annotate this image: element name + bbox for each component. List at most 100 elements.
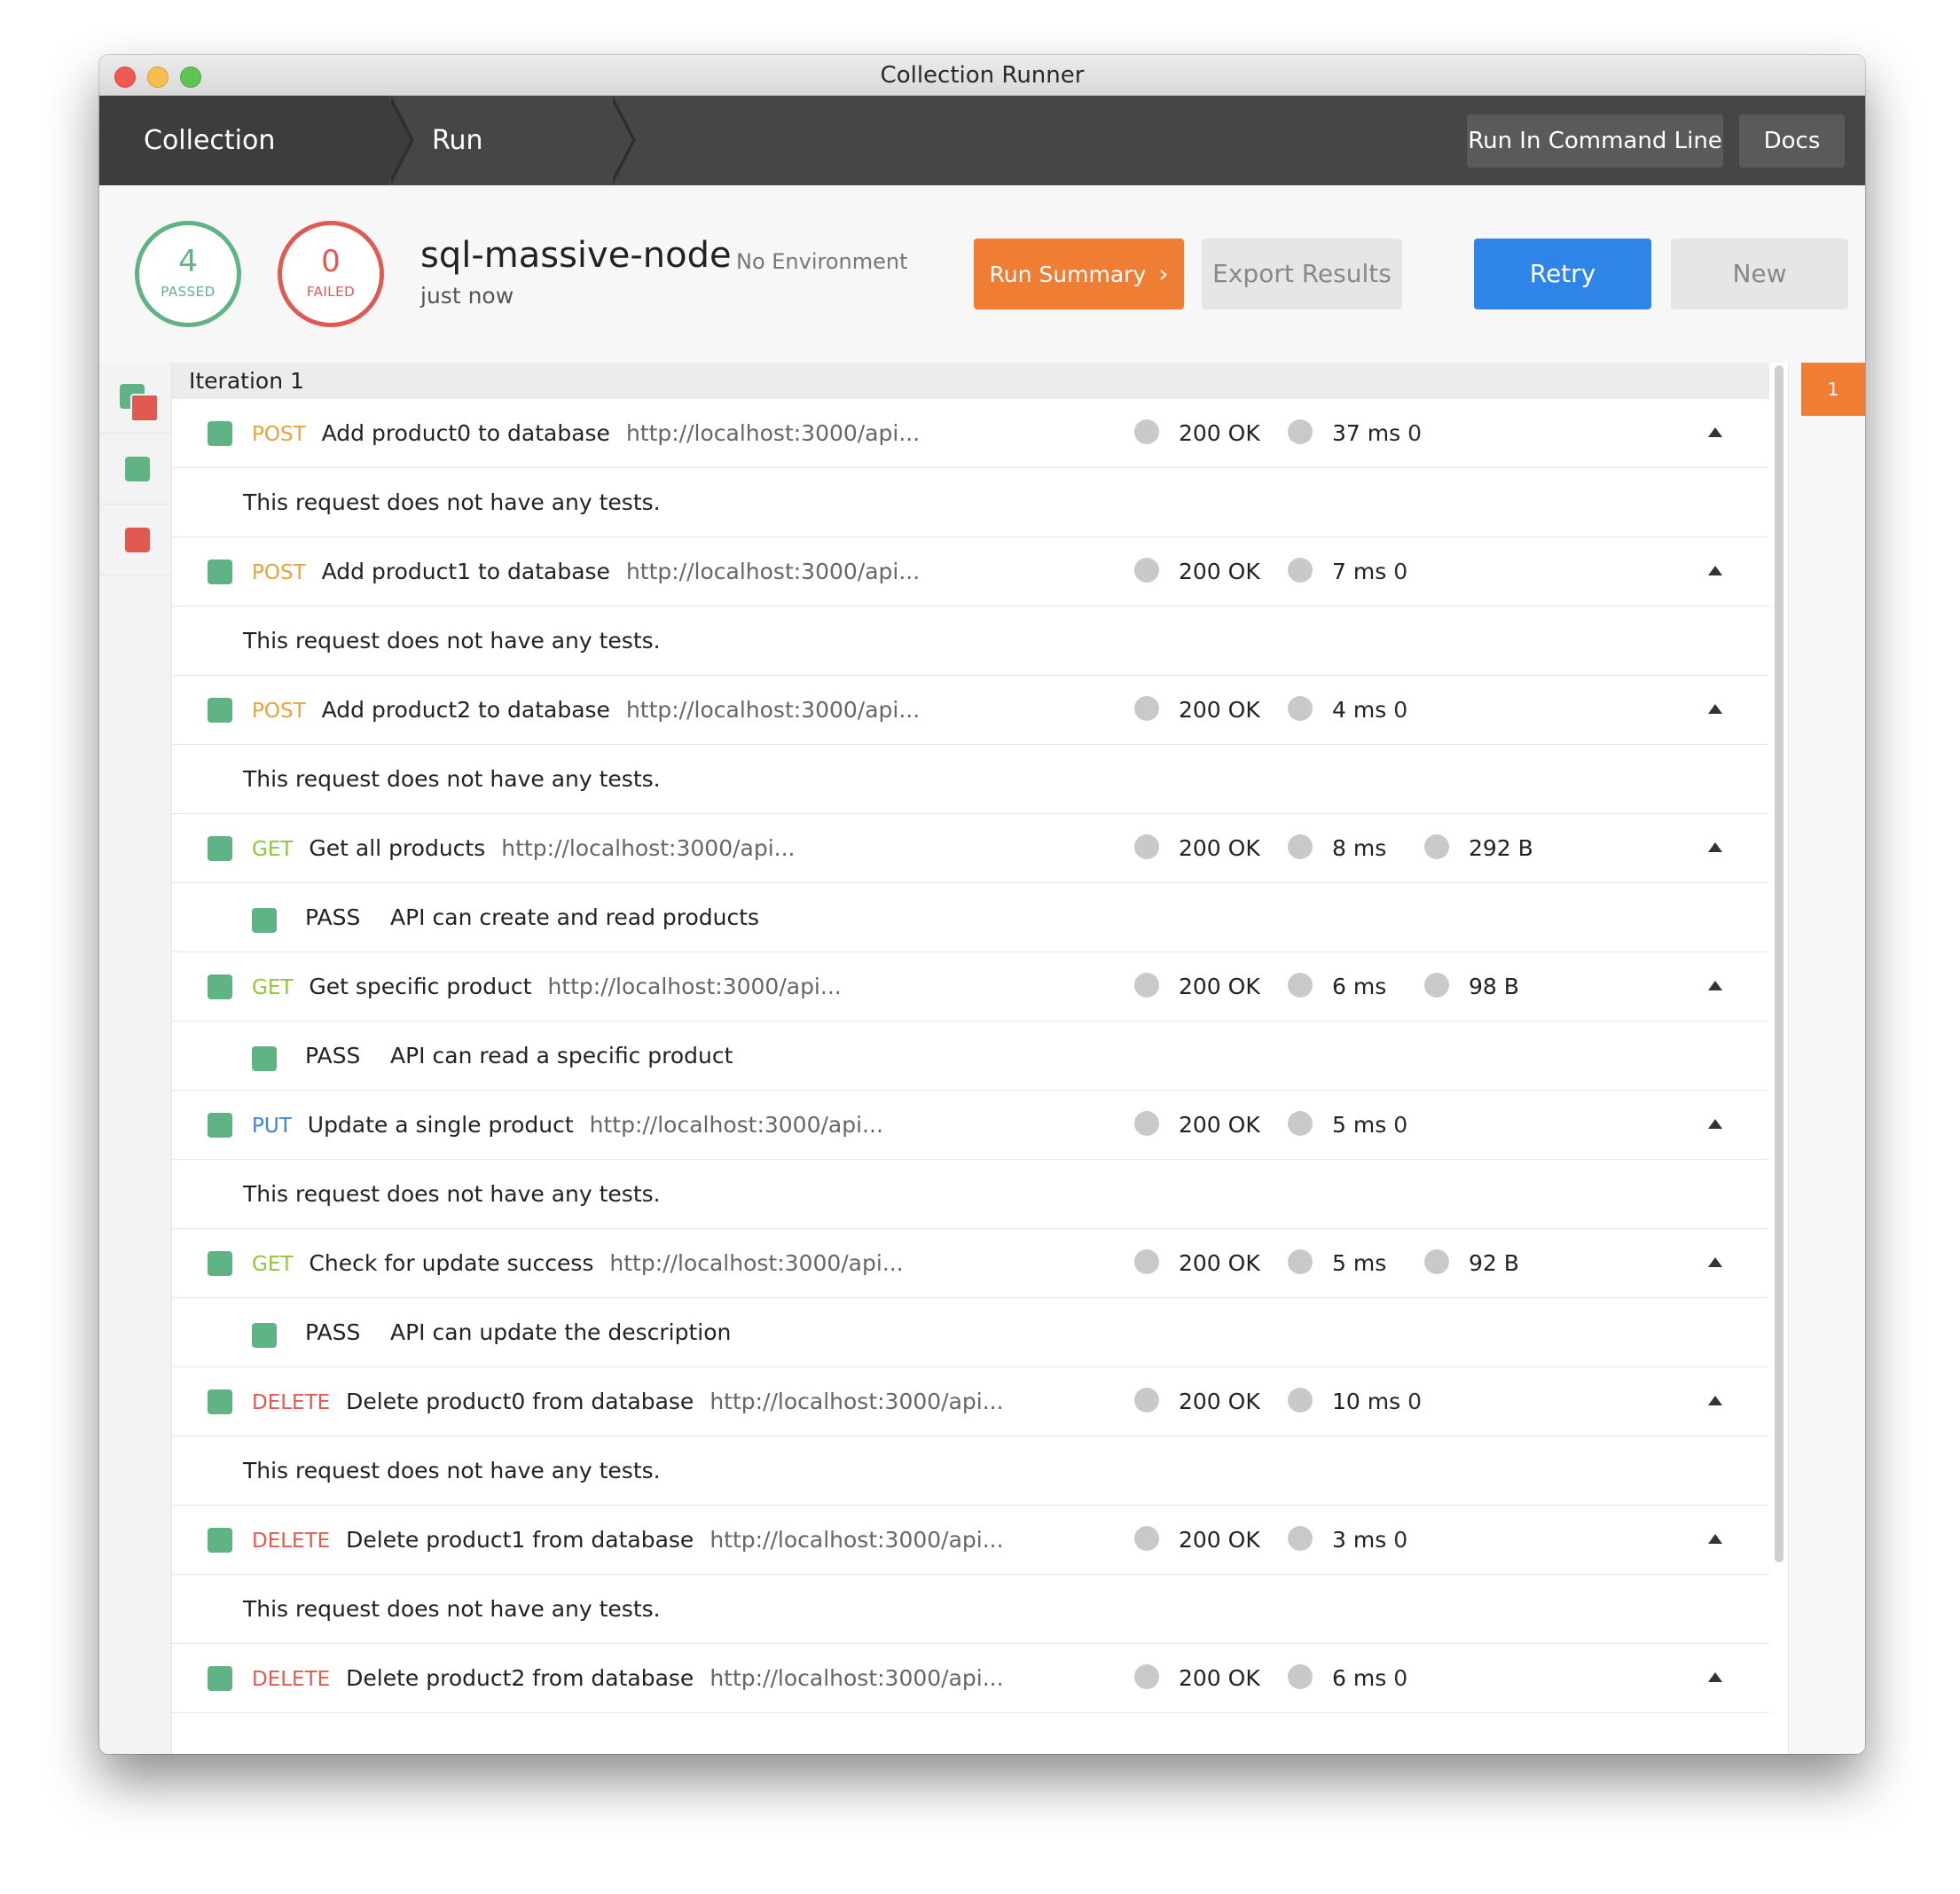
request-method: DELETE [252,1668,331,1691]
pass-square-icon [208,560,232,584]
collapse-arrow-icon[interactable] [1708,842,1722,852]
response-time: 6 ms [1332,974,1387,999]
status-dot-icon [1134,1388,1159,1413]
response-size: 0 [1393,559,1408,584]
failed-label: FAILED [306,284,356,300]
scrollbar[interactable] [1769,363,1789,1754]
minimize-window-button[interactable] [147,67,169,88]
response-time: 8 ms [1332,835,1387,861]
iteration-tab-1[interactable]: 1 [1801,363,1865,416]
response-time: 4 ms [1332,697,1387,723]
test-result-row: This request does not have any tests. [172,607,1769,676]
request-metrics: 200 OK 7 ms 0 [1134,537,1424,607]
request-row[interactable]: POST Add product2 to database http://local… [172,676,1769,745]
pass-square-icon [125,457,150,481]
request-name: Get all products [309,835,486,861]
pass-square-icon [208,974,232,999]
request-metrics: 200 OK 5 ms 92 B [1134,1229,1519,1298]
test-state: PASS [305,1043,361,1068]
request-row[interactable]: POST Add product1 to database http://local… [172,537,1769,607]
collection-runner-window: Collection Runner Collection Runner Run … [99,55,1865,1754]
passed-count: 4 [178,244,198,279]
close-window-button[interactable] [114,67,136,88]
time-dot-icon [1288,1526,1313,1551]
request-name: Check for update success [309,1250,594,1276]
request-line: PUT Update a single product http://localho… [252,1091,883,1161]
crumb-collection-runner[interactable]: Collection Runner [99,96,414,246]
request-url: http://localhost:3000/api... [625,697,921,723]
pass-square-icon [252,908,277,933]
collapse-arrow-icon[interactable] [1708,427,1722,437]
test-result-row: PASS API can read a specific product [172,1021,1769,1091]
pass-square-icon [252,1323,277,1348]
collapse-arrow-icon[interactable] [1708,1672,1722,1682]
response-time-wrap: 5 ms [1313,1229,1424,1298]
request-row[interactable]: GET Get specific product http://localhost:… [172,952,1769,1021]
collapse-arrow-icon[interactable] [1708,704,1722,714]
request-metrics: 200 OK 37 ms 0 [1134,399,1424,468]
time-dot-icon [1288,834,1313,859]
request-line: GET Get all products http://localhost:3000… [252,814,796,884]
filter-failed[interactable] [99,505,171,575]
time-dot-icon [1288,1111,1313,1136]
collapse-arrow-icon[interactable] [1708,566,1722,575]
request-metrics: 200 OK 6 ms 0 [1134,1644,1424,1713]
docs-button[interactable]: Docs [1739,114,1845,168]
request-method: PUT [252,1115,292,1138]
status-dot-icon [1134,1664,1159,1689]
pass-square-icon [208,1389,232,1414]
request-row[interactable]: DELETE Delete product2 from database http:… [172,1644,1769,1713]
response-time: 3 ms [1332,1527,1387,1553]
status-dot-icon [1134,558,1159,583]
status-dot-icon [1134,973,1159,998]
retry-button[interactable]: Retry [1474,239,1651,309]
crumb-run-results[interactable]: Run Results [388,96,636,246]
response-status: 200 OK [1179,1527,1260,1553]
fail-square-icon [125,528,150,552]
crumb-arrow [388,96,411,184]
no-tests-message: This request does not have any tests. [243,1181,661,1207]
response-status: 200 OK [1179,559,1260,584]
scrollbar-thumb[interactable] [1775,365,1784,1562]
filter-sidebar [99,363,172,1754]
request-row[interactable]: GET Check for update success http://localh… [172,1229,1769,1298]
request-name: Get specific product [309,974,532,999]
new-button[interactable]: New [1671,239,1848,309]
request-method: POST [252,700,306,723]
request-line: GET Get specific product http://localhost:… [252,952,842,1022]
response-size: 0 [1407,1389,1422,1414]
filter-passed[interactable] [99,434,171,505]
request-line: GET Check for update success http://localh… [252,1229,904,1299]
request-row[interactable]: DELETE Delete product1 from database http:… [172,1506,1769,1575]
response-time-wrap: 6 ms [1313,952,1424,1021]
failed-count: 0 [321,244,341,279]
request-row[interactable]: POST Add product0 to database http://local… [172,399,1769,468]
response-status: 200 OK [1179,835,1260,861]
request-url: http://localhost:3000/api... [625,559,921,584]
size-dot-icon [1424,834,1449,859]
run-summary-button[interactable]: Run Summary › [974,239,1184,309]
collapse-arrow-icon[interactable] [1708,1534,1722,1544]
response-time: 6 ms [1332,1665,1387,1691]
maximize-window-button[interactable] [180,67,201,88]
top-nav: Collection Runner Run Results Run In Com… [99,96,1865,246]
request-name: Delete product2 from database [346,1665,694,1691]
request-metrics: 200 OK 10 ms 0 [1134,1367,1424,1436]
collapse-arrow-icon[interactable] [1708,981,1722,990]
request-row[interactable]: GET Get all products http://localhost:3000… [172,814,1769,883]
collapse-arrow-icon[interactable] [1708,1257,1722,1267]
request-row[interactable]: PUT Update a single product http://localho… [172,1091,1769,1160]
request-row[interactable]: DELETE Delete product0 from database http:… [172,1367,1769,1436]
filter-all[interactable] [99,363,171,434]
collapse-arrow-icon[interactable] [1708,1119,1722,1129]
request-line: DELETE Delete product1 from database http:… [252,1506,1004,1576]
request-method: GET [252,1253,294,1276]
export-results-button[interactable]: Export Results [1202,239,1402,309]
request-url: http://localhost:3000/api... [710,1665,1004,1691]
collapse-arrow-icon[interactable] [1708,1396,1722,1405]
run-in-command-line-button[interactable]: Run In Command Line [1467,114,1723,168]
response-status: 200 OK [1179,1389,1260,1414]
response-time-wrap: 37 ms 0 [1313,399,1424,468]
no-tests-message: This request does not have any tests. [243,1596,661,1622]
request-metrics: 200 OK 4 ms 0 [1134,676,1424,745]
